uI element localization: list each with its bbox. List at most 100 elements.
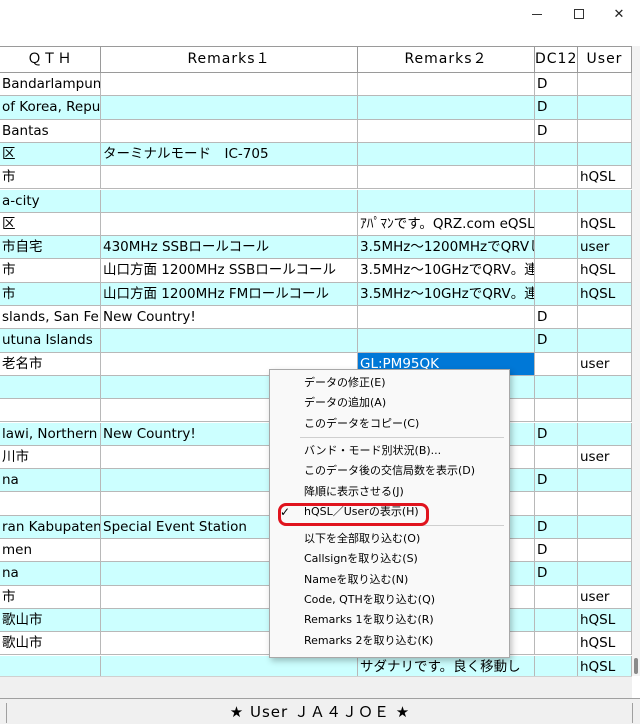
cell-qth[interactable]: 川市 bbox=[0, 445, 101, 470]
cell-remarks2[interactable] bbox=[358, 73, 535, 97]
cell-user[interactable]: user bbox=[578, 352, 632, 376]
table-row[interactable]: 市自宅430MHz SSBロールコール3.5MHz～1200MHzでQRVして u… bbox=[0, 236, 632, 260]
cell-remarks1[interactable] bbox=[101, 212, 358, 237]
cell-user[interactable] bbox=[578, 306, 632, 330]
cell-remarks1[interactable]: 山口方面 1200MHz FMロールコール bbox=[101, 282, 358, 306]
cell-qth[interactable]: Bandarlampun bbox=[0, 73, 101, 97]
cell-remarks2[interactable]: 3.5MHz～1200MHzでQRVして bbox=[358, 236, 535, 260]
cell-qth[interactable]: slands, San Fe bbox=[0, 306, 101, 330]
menu-item[interactable]: Code, QTHを取り込む(Q) bbox=[270, 590, 509, 610]
cell-remarks2[interactable] bbox=[358, 96, 535, 120]
cell-dc12[interactable] bbox=[535, 236, 578, 260]
table-row[interactable]: 市山口方面 1200MHz SSBロールコール 3.5MHz～10GHzでQRV。… bbox=[0, 259, 632, 283]
cell-dc12[interactable] bbox=[535, 142, 578, 167]
cell-qth[interactable]: 市 bbox=[0, 166, 101, 190]
cell-user[interactable]: hQSL bbox=[578, 282, 632, 306]
table-row[interactable]: 市 hQSL bbox=[0, 166, 632, 190]
column-header-remarks2[interactable]: Remarks２ bbox=[358, 47, 535, 73]
cell-user[interactable] bbox=[578, 119, 632, 143]
cell-qth[interactable]: 歌山市 bbox=[0, 608, 101, 633]
menu-item[interactable]: Remarks 1を取り込む(R) bbox=[270, 610, 509, 630]
cell-user[interactable] bbox=[578, 189, 632, 213]
cell-dc12[interactable] bbox=[535, 282, 578, 306]
cell-dc12[interactable] bbox=[535, 189, 578, 213]
cell-qth[interactable] bbox=[0, 492, 101, 516]
cell-dc12[interactable] bbox=[535, 259, 578, 283]
table-row[interactable]: Bandarlampun D bbox=[0, 73, 632, 97]
cell-dc12[interactable] bbox=[535, 492, 578, 516]
cell-user[interactable] bbox=[578, 562, 632, 586]
table-row[interactable]: a-city bbox=[0, 189, 632, 213]
cell-qth[interactable]: 市 bbox=[0, 585, 101, 609]
cell-remarks1[interactable] bbox=[101, 329, 358, 353]
menu-item[interactable]: ✓ hQSL／Userの表示(H) bbox=[270, 502, 509, 522]
cell-dc12[interactable]: D bbox=[535, 562, 578, 586]
cell-user[interactable] bbox=[578, 329, 632, 353]
table-row[interactable]: 区ターミナルモード IC-705 bbox=[0, 142, 632, 167]
cell-user[interactable]: hQSL bbox=[578, 212, 632, 237]
cell-user[interactable]: user bbox=[578, 236, 632, 260]
cell-user[interactable]: user bbox=[578, 445, 632, 470]
cell-dc12[interactable]: D bbox=[535, 73, 578, 97]
table-row[interactable]: of Korea, Repul D bbox=[0, 96, 632, 120]
cell-user[interactable] bbox=[578, 142, 632, 167]
column-header-user[interactable]: User bbox=[578, 47, 632, 73]
cell-dc12[interactable]: D bbox=[535, 306, 578, 330]
cell-dc12[interactable]: D bbox=[535, 422, 578, 446]
cell-user[interactable]: user bbox=[578, 585, 632, 609]
cell-dc12[interactable] bbox=[535, 445, 578, 470]
cell-remarks2[interactable] bbox=[358, 189, 535, 213]
cell-qth[interactable]: 老名市 bbox=[0, 352, 101, 376]
table-row[interactable]: Bantas D bbox=[0, 119, 632, 143]
cell-remarks2[interactable] bbox=[358, 119, 535, 143]
cell-user[interactable]: hQSL bbox=[578, 166, 632, 190]
cell-dc12[interactable] bbox=[535, 375, 578, 400]
cell-user[interactable]: hQSL bbox=[578, 259, 632, 283]
column-header-remarks1[interactable]: Remarks１ bbox=[101, 47, 358, 73]
cell-remarks2[interactable]: ｱﾊﾟﾏﾝです。QRZ.com eQSL bbox=[358, 212, 535, 237]
cell-qth[interactable]: Bantas bbox=[0, 119, 101, 143]
table-row[interactable]: 市山口方面 1200MHz FMロールコール 3.5MHz～10GHzでQRV。連… bbox=[0, 282, 632, 306]
cell-dc12[interactable] bbox=[535, 352, 578, 376]
cell-qth[interactable]: 区 bbox=[0, 142, 101, 167]
cell-qth[interactable]: 市 bbox=[0, 259, 101, 283]
menu-item[interactable]: バンド・モード別状況(B)... bbox=[270, 441, 509, 461]
close-button[interactable]: ✕ bbox=[598, 0, 640, 28]
cell-user[interactable] bbox=[578, 73, 632, 97]
cell-user[interactable] bbox=[578, 492, 632, 516]
cell-remarks1[interactable]: ターミナルモード IC-705 bbox=[101, 142, 358, 167]
menu-item[interactable]: データの修正(E) bbox=[270, 373, 509, 393]
horizontal-scrollbar[interactable] bbox=[0, 676, 632, 698]
cell-dc12[interactable] bbox=[535, 212, 578, 237]
cell-user[interactable] bbox=[578, 375, 632, 400]
menu-item[interactable]: このデータ後の交信局数を表示(D) bbox=[270, 461, 509, 481]
cell-dc12[interactable] bbox=[535, 399, 578, 423]
cell-remarks2[interactable] bbox=[358, 306, 535, 330]
vertical-scrollbar[interactable] bbox=[632, 46, 640, 676]
cell-remarks2[interactable]: 3.5MHz～10GHzでQRV。連絡 bbox=[358, 282, 535, 306]
cell-dc12[interactable]: D bbox=[535, 515, 578, 539]
cell-dc12[interactable]: D bbox=[535, 539, 578, 563]
cell-dc12[interactable]: D bbox=[535, 469, 578, 493]
cell-qth[interactable]: 市自宅 bbox=[0, 236, 101, 260]
vertical-scroll-thumb[interactable] bbox=[634, 658, 638, 674]
cell-remarks1[interactable]: 山口方面 1200MHz SSBロールコール bbox=[101, 259, 358, 283]
cell-dc12[interactable] bbox=[535, 166, 578, 190]
cell-user[interactable]: hQSL bbox=[578, 608, 632, 633]
cell-qth[interactable]: na bbox=[0, 469, 101, 493]
column-header-qth[interactable]: ＱＴＨ bbox=[0, 47, 101, 73]
log-grid[interactable]: ＱＴＨ Remarks１ Remarks２ DC12 User Bandarlampun… bbox=[0, 46, 632, 679]
context-menu[interactable]: データの修正(E) データの追加(A) このデータをコピー(C) バンド・モード別状況… bbox=[269, 369, 510, 658]
menu-item[interactable]: Remarks 2を取り込む(K) bbox=[270, 631, 509, 651]
menu-item[interactable]: Callsignを取り込む(S) bbox=[270, 549, 509, 569]
column-header-dc12[interactable]: DC12 bbox=[535, 47, 578, 73]
menu-item[interactable]: 降順に表示させる(J) bbox=[270, 482, 509, 502]
cell-qth[interactable]: utuna Islands bbox=[0, 329, 101, 353]
cell-user[interactable] bbox=[578, 96, 632, 120]
cell-remarks1[interactable] bbox=[101, 166, 358, 190]
cell-qth[interactable]: 市 bbox=[0, 282, 101, 306]
cell-remarks1[interactable]: 430MHz SSBロールコール bbox=[101, 236, 358, 260]
menu-item[interactable]: このデータをコピー(C) bbox=[270, 414, 509, 434]
cell-qth[interactable]: of Korea, Repul bbox=[0, 96, 101, 120]
cell-qth[interactable]: ran Kabupaten bbox=[0, 515, 101, 539]
